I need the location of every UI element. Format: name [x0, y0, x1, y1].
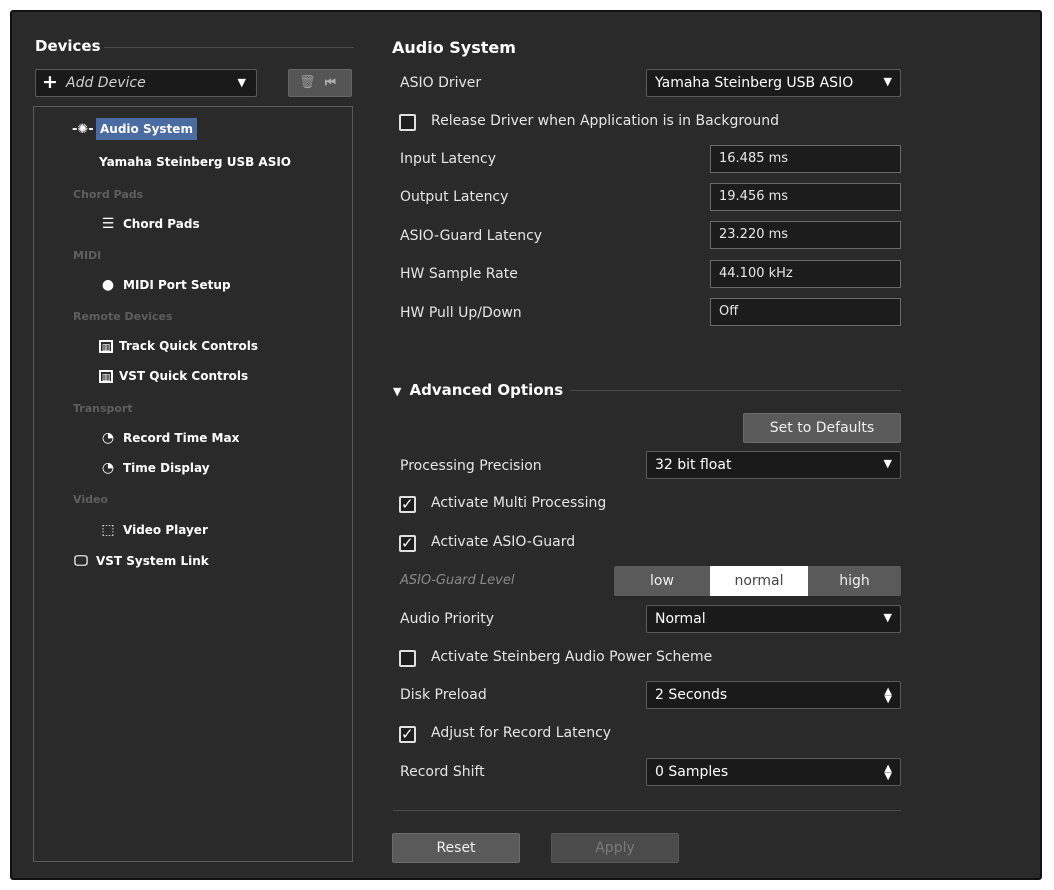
hw-pull-field: Off: [710, 298, 901, 326]
disk-preload-value: 2 Seconds: [655, 687, 728, 703]
record-shift-label: Record Shift: [400, 764, 485, 780]
output-latency-label: Output Latency: [400, 189, 509, 205]
plus-icon: +: [42, 71, 58, 93]
hw-sample-rate-label: HW Sample Rate: [400, 266, 518, 282]
checkmark-icon: ✓: [401, 534, 414, 552]
up-down-arrows-icon: ▲ ▼: [884, 763, 892, 782]
asio-guard-level-label: ASIO-Guard Level: [400, 573, 515, 588]
triangle-down-icon: ▼: [393, 385, 402, 398]
disk-preload-stepper[interactable]: 2 Seconds ▲ ▼: [646, 681, 901, 709]
tree-item-record-time-max-label: Record Time Max: [123, 431, 240, 445]
checkmark-icon: ✓: [401, 725, 414, 743]
tree-item-vst-system-link-label: VST System Link: [96, 554, 209, 568]
multi-processing-label: Activate Multi Processing: [431, 495, 607, 511]
processing-precision-select[interactable]: 32 bit float ▼: [646, 451, 901, 479]
apply-button[interactable]: Apply: [551, 833, 679, 863]
audio-priority-select[interactable]: Normal ▼: [646, 605, 901, 633]
disk-preload-label: Disk Preload: [400, 687, 487, 703]
footer-divider: [393, 810, 901, 811]
tree-item-yamaha[interactable]: Yamaha Steinberg USB ASIO: [99, 155, 291, 169]
tree-item-vst-quick-controls-label: VST Quick Controls: [119, 369, 249, 383]
midi-port-icon: ●: [101, 277, 115, 293]
tree-group-remote-devices: Remote Devices: [73, 310, 173, 323]
add-device-dropdown[interactable]: + Add Device ▼: [35, 69, 257, 97]
chevron-down-icon: ▼: [237, 76, 246, 89]
asio-driver-value: Yamaha Steinberg USB ASIO: [655, 75, 854, 91]
hw-sample-rate-field: 44.100 kHz: [710, 260, 901, 288]
release-driver-label: Release Driver when Application is in Ba…: [431, 113, 779, 129]
chevron-down-icon: ▼: [883, 75, 892, 88]
adjust-record-latency-label: Adjust for Record Latency: [431, 725, 612, 741]
tree-item-time-display-label: Time Display: [123, 461, 210, 475]
film-icon: ⬚: [101, 522, 115, 538]
tree-item-yamaha-label: Yamaha Steinberg USB ASIO: [99, 155, 291, 169]
audio-system-title: Audio System: [392, 38, 516, 57]
reset-button[interactable]: Reset: [392, 833, 520, 863]
up-down-arrows-icon: ▲ ▼: [884, 686, 892, 705]
tree-item-audio-system-label: Audio System: [96, 118, 197, 140]
hw-pull-label: HW Pull Up/Down: [400, 305, 522, 321]
asio-driver-select[interactable]: Yamaha Steinberg USB ASIO ▼: [646, 69, 901, 97]
clock-icon: ◔: [101, 430, 115, 446]
tree-group-video: Video: [73, 493, 108, 506]
trash-icon[interactable]: 🗑: [299, 75, 316, 90]
record-shift-value: 0 Samples: [655, 764, 729, 780]
set-to-defaults-button[interactable]: Set to Defaults: [743, 413, 901, 443]
processing-precision-value: 32 bit float: [655, 457, 732, 473]
audio-priority-label: Audio Priority: [400, 611, 495, 627]
audio-priority-value: Normal: [655, 611, 706, 627]
tree-item-midi-port-setup[interactable]: ● MIDI Port Setup: [99, 277, 231, 293]
device-tool-buttons: 🗑 ⏮: [288, 69, 352, 97]
tree-item-audio-system[interactable]: -✺- Audio System: [72, 118, 197, 140]
devices-divider: [104, 47, 354, 48]
tree-group-transport: Transport: [73, 402, 133, 415]
tree-group-midi: MIDI: [73, 249, 102, 262]
input-latency-label: Input Latency: [400, 151, 497, 167]
checkmark-icon: ✓: [401, 495, 414, 513]
chevron-down-icon: ▼: [883, 611, 892, 624]
devices-title: Devices: [35, 37, 101, 55]
level-high-button[interactable]: high: [808, 566, 901, 596]
adjust-record-latency-checkbox[interactable]: ✓: [399, 725, 416, 743]
asio-driver-label: ASIO Driver: [400, 75, 482, 91]
advanced-divider: [570, 390, 901, 391]
asio-guard-label: Activate ASIO-Guard: [431, 534, 576, 550]
tree-item-video-player-label: Video Player: [123, 523, 208, 537]
processing-precision-label: Processing Precision: [400, 458, 542, 474]
multi-processing-checkbox[interactable]: ✓: [399, 495, 416, 513]
tree-item-midi-port-setup-label: MIDI Port Setup: [123, 278, 231, 292]
input-latency-field: 16.485 ms: [710, 145, 901, 173]
monitor-icon: 🖵: [74, 553, 88, 569]
tree-item-track-quick-controls-label: Track Quick Controls: [119, 339, 259, 353]
advanced-options-toggle[interactable]: ▼ Advanced Options: [393, 381, 563, 399]
reset-device-icon[interactable]: ⏮: [325, 75, 336, 90]
tree-group-chord-pads: Chord Pads: [73, 188, 144, 201]
release-driver-checkbox[interactable]: [399, 114, 416, 131]
tree-item-chord-pads-label: Chord Pads: [123, 217, 200, 231]
tree-item-vst-quick-controls[interactable]: ▥ VST Quick Controls: [99, 369, 248, 383]
clock-icon: ◔: [101, 460, 115, 476]
tree-item-vst-system-link[interactable]: 🖵 VST System Link: [72, 553, 209, 569]
record-shift-stepper[interactable]: 0 Samples ▲ ▼: [646, 758, 901, 786]
output-latency-field: 19.456 ms: [710, 183, 901, 211]
advanced-options-title: Advanced Options: [409, 381, 564, 399]
add-device-label: Add Device: [66, 75, 146, 91]
chord-pads-icon: ☰: [101, 216, 115, 232]
tree-item-time-display[interactable]: ◔ Time Display: [99, 460, 210, 476]
asio-guard-latency-field: 23.220 ms: [710, 221, 901, 249]
level-low-button[interactable]: low: [614, 566, 710, 596]
asio-guard-latency-label: ASIO-Guard Latency: [400, 228, 543, 244]
level-normal-button[interactable]: normal: [710, 566, 808, 596]
tree-item-chord-pads[interactable]: ☰ Chord Pads: [99, 216, 200, 232]
keyboard-icon: ▥: [99, 339, 113, 353]
tree-item-record-time-max[interactable]: ◔ Record Time Max: [99, 430, 239, 446]
tree-item-track-quick-controls[interactable]: ▥ Track Quick Controls: [99, 339, 258, 353]
power-scheme-label: Activate Steinberg Audio Power Scheme: [431, 649, 713, 665]
tree-item-video-player[interactable]: ⬚ Video Player: [99, 522, 208, 538]
keyboard-icon: ▥: [99, 369, 113, 383]
power-scheme-checkbox[interactable]: [399, 650, 416, 667]
chevron-down-icon: ▼: [883, 457, 892, 470]
asio-guard-checkbox[interactable]: ✓: [399, 534, 416, 552]
waveform-icon: -✺-: [72, 121, 94, 137]
